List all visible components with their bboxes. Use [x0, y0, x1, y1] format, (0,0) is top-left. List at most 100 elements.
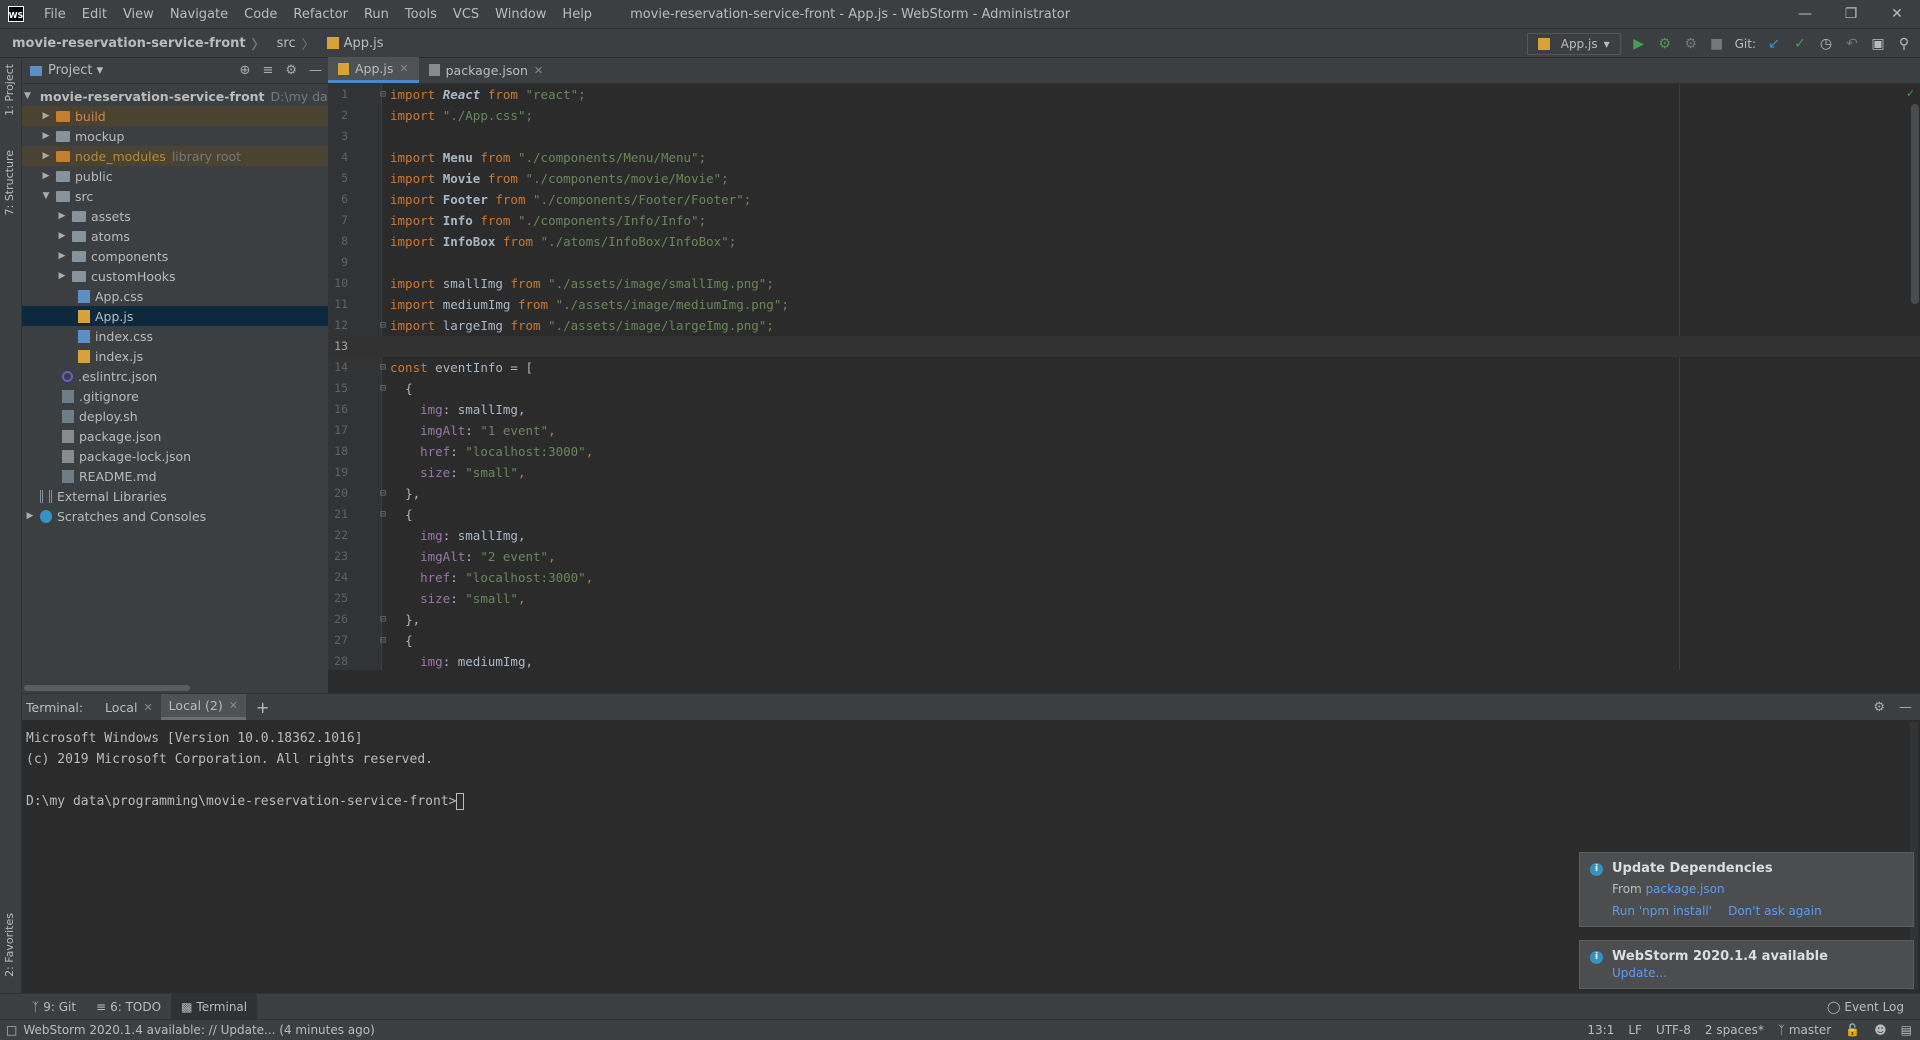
tree-item-app-js[interactable]: App.js	[22, 306, 328, 326]
locate-icon[interactable]: ⊕	[240, 63, 251, 78]
tree-item-public[interactable]: ▶ public	[22, 166, 328, 186]
chevron-right-icon[interactable]: ▶	[40, 131, 52, 141]
toggle-tool-windows-icon[interactable]: □	[6, 1023, 17, 1037]
restore-icon[interactable]: ❐	[1828, 0, 1874, 28]
close-icon[interactable]: ✕	[534, 64, 543, 77]
tree-item-deploy-sh[interactable]: deploy.sh	[22, 406, 328, 426]
event-log-button[interactable]: ◯ Event Log	[1827, 1000, 1904, 1014]
favorites-tool-tab[interactable]: 2: Favorites	[3, 913, 16, 977]
package-json-link[interactable]: package.json	[1646, 882, 1725, 896]
fold-icon[interactable]: ⊟	[380, 609, 386, 630]
git-update-icon[interactable]: ↙	[1766, 36, 1782, 52]
tree-item-gitignore[interactable]: .gitignore	[22, 386, 328, 406]
run-icon[interactable]: ▶	[1631, 36, 1647, 52]
code-editor[interactable]: 1 ⊟ import React from "react"; 2 import "./…	[328, 84, 1920, 670]
caret-position[interactable]: 13:1	[1587, 1023, 1614, 1037]
fold-icon[interactable]: ⊟	[380, 378, 386, 399]
menu-refactor[interactable]: Refactor	[285, 7, 356, 22]
horizontal-scrollbar[interactable]	[22, 683, 328, 693]
project-tool-tab[interactable]: 1: Project	[3, 64, 16, 116]
hide-icon[interactable]: —	[1899, 700, 1912, 715]
project-view-dropdown[interactable]: Project ▾	[48, 63, 103, 78]
stop-icon[interactable]: ■	[1709, 36, 1725, 52]
fold-icon[interactable]: ⊟	[380, 315, 386, 336]
history-icon[interactable]: ◷	[1818, 36, 1834, 52]
chevron-right-icon[interactable]: ▶	[56, 211, 68, 221]
tool-tab-terminal[interactable]: ▩ Terminal	[171, 993, 258, 1020]
chevron-right-icon[interactable]: ▶	[56, 231, 68, 241]
new-terminal-plus-icon[interactable]: +	[256, 698, 269, 717]
close-icon[interactable]: ✕	[143, 701, 152, 714]
debug-icon[interactable]: ⚙	[1657, 36, 1673, 52]
tree-item-app-css[interactable]: App.css	[22, 286, 328, 306]
fold-icon[interactable]: ⊟	[380, 504, 386, 525]
breadcrumb-project[interactable]: movie-reservation-service-front 〉	[0, 34, 265, 53]
tree-item-src[interactable]: ▼ src	[22, 186, 328, 206]
terminal-tab-local-2[interactable]: Local (2) ✕	[160, 694, 246, 720]
fold-icon[interactable]: ⊟	[380, 483, 386, 504]
chevron-right-icon[interactable]: ▶	[24, 511, 36, 521]
search-icon[interactable]: ⚲	[1896, 36, 1912, 52]
file-encoding[interactable]: UTF-8	[1656, 1023, 1691, 1037]
fold-icon[interactable]: ⊟	[380, 630, 386, 651]
collapse-all-icon[interactable]: ≡	[262, 63, 273, 78]
tree-item-node-modules[interactable]: ▶ node_modules library root	[22, 146, 328, 166]
chevron-down-icon[interactable]: ▼	[40, 191, 52, 201]
menu-run[interactable]: Run	[356, 7, 397, 22]
breadcrumb-src[interactable]: src 〉	[265, 34, 315, 53]
tree-item-eslintrc[interactable]: .eslintrc.json	[22, 366, 328, 386]
chevron-right-icon[interactable]: ▶	[40, 111, 52, 121]
breadcrumb-file[interactable]: App.js	[315, 36, 384, 51]
scrollbar-thumb[interactable]	[1911, 104, 1919, 304]
menu-code[interactable]: Code	[236, 7, 285, 22]
scrollbar-thumb[interactable]	[24, 685, 190, 691]
menu-edit[interactable]: Edit	[74, 7, 115, 22]
tree-item-build[interactable]: ▶ build	[22, 106, 328, 126]
update-link[interactable]: Update...	[1612, 966, 1667, 980]
memory-icon[interactable]: ▤	[1901, 1023, 1912, 1037]
tree-item-assets[interactable]: ▶ assets	[22, 206, 328, 226]
inspector-icon[interactable]: ☻	[1874, 1023, 1887, 1037]
tree-item-scratches[interactable]: ▶ Scratches and Consoles	[22, 506, 328, 526]
chevron-right-icon[interactable]: ▶	[56, 271, 68, 281]
dont-ask-again-link[interactable]: Don't ask again	[1728, 904, 1822, 918]
menu-file[interactable]: File	[36, 7, 74, 22]
git-commit-icon[interactable]: ✓	[1792, 36, 1808, 52]
tree-item-customhooks[interactable]: ▶ customHooks	[22, 266, 328, 286]
menu-view[interactable]: View	[115, 7, 162, 22]
tree-root[interactable]: ▼ movie-reservation-service-front D:\my …	[22, 86, 352, 106]
coverage-icon[interactable]: ⚙	[1683, 36, 1699, 52]
minimize-icon[interactable]: —	[1782, 0, 1828, 28]
chevron-right-icon[interactable]: ▶	[40, 151, 52, 161]
chevron-right-icon[interactable]: ▶	[56, 251, 68, 261]
tree-item-package-lock[interactable]: package-lock.json	[22, 446, 328, 466]
tree-item-index-js[interactable]: index.js	[22, 346, 328, 366]
tree-item-readme[interactable]: README.md	[22, 466, 328, 486]
hide-icon[interactable]: —	[309, 63, 322, 78]
menu-vcs[interactable]: VCS	[445, 7, 487, 22]
gear-icon[interactable]: ⚙	[285, 63, 297, 78]
tab-package-json[interactable]: package.json ✕	[419, 57, 554, 83]
tool-tab-git[interactable]: ᛉ 9: Git	[22, 994, 86, 1020]
git-branch-widget[interactable]: ᛉ master	[1778, 1023, 1831, 1037]
chevron-down-icon[interactable]: ▼	[24, 91, 31, 101]
gear-icon[interactable]: ⚙	[1873, 700, 1885, 715]
tree-item-atoms[interactable]: ▶ atoms	[22, 226, 328, 246]
tree-item-index-css[interactable]: index.css	[22, 326, 328, 346]
close-icon[interactable]: ✕	[399, 62, 408, 75]
fold-icon[interactable]: ⊟	[380, 84, 386, 105]
structure-tool-tab[interactable]: 7: Structure	[3, 150, 16, 215]
tree-item-package-json[interactable]: package.json	[22, 426, 328, 446]
tree-item-mockup[interactable]: ▶ mockup	[22, 126, 328, 146]
fold-icon[interactable]: ⊟	[380, 357, 386, 378]
lock-icon[interactable]: 🔓	[1845, 1023, 1860, 1037]
menu-tools[interactable]: Tools	[397, 7, 445, 22]
indent-settings[interactable]: 2 spaces*	[1705, 1023, 1764, 1037]
run-npm-install-link[interactable]: Run 'npm install'	[1612, 904, 1712, 918]
menu-navigate[interactable]: Navigate	[162, 7, 236, 22]
tree-item-components[interactable]: ▶ components	[22, 246, 328, 266]
menu-help[interactable]: Help	[554, 7, 600, 22]
chevron-right-icon[interactable]: ▶	[40, 171, 52, 181]
vertical-scrollbar[interactable]	[1910, 84, 1920, 670]
run-config-dropdown[interactable]: App.js ▾	[1526, 33, 1621, 55]
